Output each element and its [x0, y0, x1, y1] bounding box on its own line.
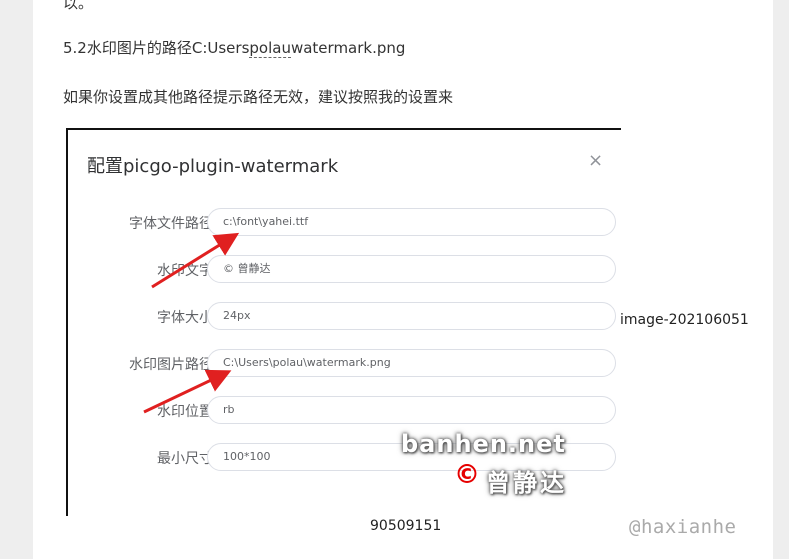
- position-input[interactable]: rb: [207, 396, 616, 424]
- field-label: 水印位置: [157, 404, 213, 420]
- field-label: 字体文件路径: [129, 216, 213, 232]
- author-watermark: @haxianhe: [629, 516, 737, 538]
- field-label: 最小尺寸: [157, 451, 213, 467]
- form-row-watermark-text: 水印文字 © 曾静达: [68, 255, 621, 285]
- paragraph-fragment: 以。: [63, 0, 94, 12]
- image-caption-fragment-2: 90509151: [370, 518, 442, 534]
- close-icon[interactable]: ×: [588, 150, 603, 171]
- field-label: 字体大小: [157, 310, 213, 326]
- field-label: 水印文字: [157, 263, 213, 279]
- image-caption-fragment: image-202106051: [620, 312, 749, 328]
- font-size-input[interactable]: 24px: [207, 302, 616, 330]
- body-paragraph: 如果你设置成其他路径提示路径无效，建议按照我的设置来: [63, 88, 454, 106]
- form-row-font-size: 字体大小 24px: [68, 302, 621, 332]
- copyright-icon: ©: [454, 460, 483, 490]
- article-content: 以。 5.2水印图片的路径C:Userspolauwatermark.png 如…: [33, 0, 773, 559]
- watermark-site-text: banhen.net: [401, 430, 566, 458]
- watermark-text-input[interactable]: © 曾静达: [207, 255, 616, 283]
- section-heading: 5.2水印图片的路径C:Userspolauwatermark.png: [63, 37, 405, 58]
- image-path-input[interactable]: C:\Users\polau\watermark.png: [207, 349, 616, 377]
- form-row-font-path: 字体文件路径 c:\font\yahei.ttf: [68, 208, 621, 238]
- dialog-title: 配置picgo-plugin-watermark: [87, 156, 339, 177]
- heading-suffix: watermark.png: [290, 39, 406, 57]
- field-label: 水印图片路径: [129, 357, 213, 373]
- heading-prefix: 5.2水印图片的路径C:Users: [63, 39, 250, 57]
- spellcheck-word: polau: [249, 39, 291, 58]
- form-row-image-path: 水印图片路径 C:\Users\polau\watermark.png: [68, 349, 621, 379]
- form-row-position: 水印位置 rb: [68, 396, 621, 426]
- watermark-name-text: 曾静达: [486, 469, 567, 497]
- font-path-input[interactable]: c:\font\yahei.ttf: [207, 208, 616, 236]
- embedded-screenshot: 配置picgo-plugin-watermark × 字体文件路径 c:\fon…: [66, 128, 621, 516]
